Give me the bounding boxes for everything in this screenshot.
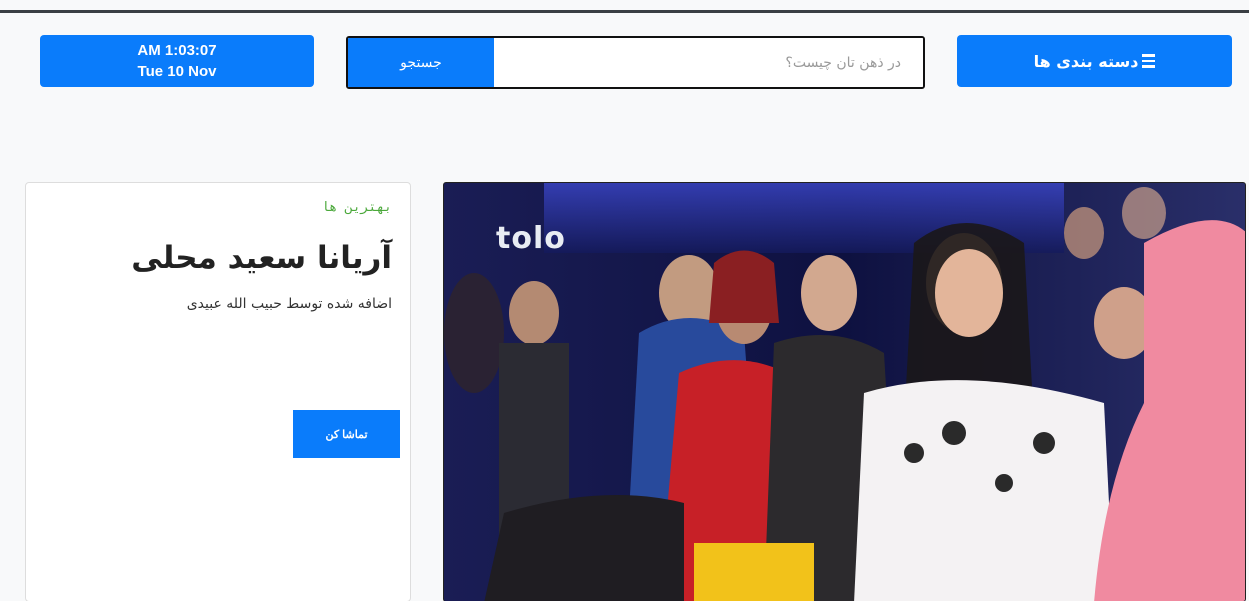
featured-byline: اضافه شده توسط حبیب الله عبیدی: [186, 296, 392, 312]
date-text: Tue 10 Nov: [137, 63, 217, 80]
featured-card: بهترین ها آریانا سعید محلی اضافه شده توس…: [25, 182, 411, 601]
categories-label: دسته بندی ها: [1033, 51, 1139, 71]
top-border: [0, 10, 1249, 13]
time-text: AM 1:03:07: [137, 42, 217, 59]
search-button[interactable]: جستجو: [348, 38, 494, 87]
featured-title: آریانا سعید محلی: [131, 240, 392, 276]
bars-icon: [1142, 54, 1156, 68]
featured-kicker: بهترین ها: [321, 200, 392, 215]
search-bar: جستجو: [346, 36, 925, 89]
categories-button[interactable]: دسته بندی ها: [957, 35, 1232, 87]
datetime-display: AM 1:03:07 Tue 10 Nov: [40, 35, 314, 87]
search-input[interactable]: [494, 38, 923, 87]
channel-logo: tolo: [496, 221, 566, 256]
video-thumbnail[interactable]: tolo: [443, 182, 1246, 601]
watch-button[interactable]: تماشا کن: [293, 410, 400, 458]
